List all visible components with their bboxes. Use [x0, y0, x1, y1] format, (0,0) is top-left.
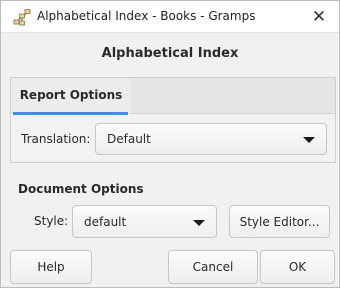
help-button[interactable]: Help — [10, 250, 92, 284]
close-button[interactable]: ✕ — [305, 3, 333, 31]
title-bar: Alphabetical Index - Books - Gramps ✕ — [1, 1, 339, 33]
tab-strip: Report Options — [11, 78, 335, 115]
caret-down-icon — [193, 220, 205, 226]
cancel-button[interactable]: Cancel — [168, 250, 258, 284]
dialog-heading: Alphabetical Index — [101, 46, 239, 61]
tab-report-options-label: Report Options — [19, 88, 123, 102]
close-icon: ✕ — [311, 7, 327, 27]
style-value: default — [84, 215, 127, 229]
dialog-window: Alphabetical Index - Books - Gramps ✕ Al… — [0, 0, 340, 288]
window-title: Alphabetical Index - Books - Gramps — [37, 9, 256, 23]
ok-button[interactable]: OK — [260, 250, 335, 284]
options-notebook: Report Options Translation: Default — [10, 77, 336, 163]
translation-dropdown[interactable]: Default — [95, 123, 327, 155]
translation-row: Translation: Default — [11, 122, 335, 156]
translation-label: Translation: — [21, 132, 91, 146]
style-dropdown[interactable]: default — [72, 205, 217, 238]
style-editor-button[interactable]: Style Editor... — [229, 205, 330, 238]
gramps-tree-icon — [13, 9, 31, 26]
document-options-heading: Document Options — [18, 182, 144, 196]
style-label: Style: — [34, 214, 69, 228]
translation-value: Default — [107, 132, 151, 146]
caret-down-icon — [303, 137, 315, 143]
tab-report-options[interactable]: Report Options — [11, 78, 131, 115]
active-tab-indicator — [13, 112, 128, 115]
